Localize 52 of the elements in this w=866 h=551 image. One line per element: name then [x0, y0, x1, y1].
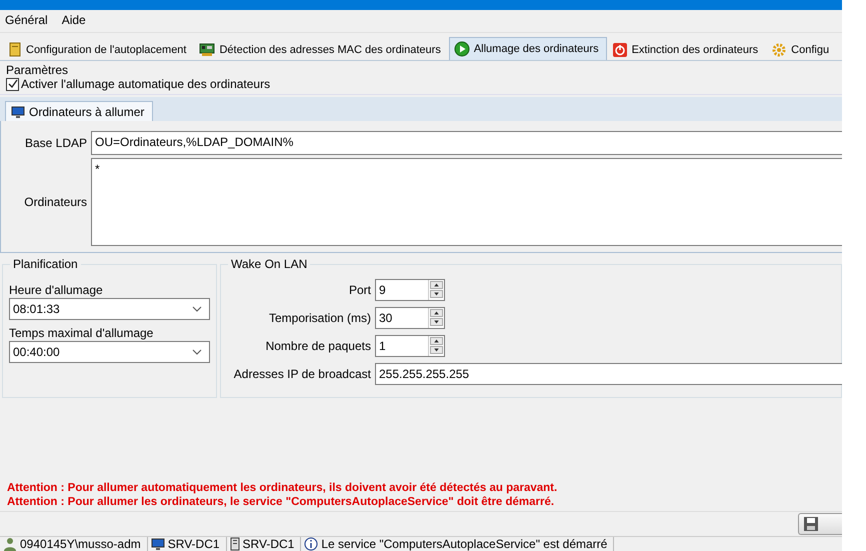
- field-label: Port: [348, 283, 371, 297]
- field-label: Ordinateurs: [23, 195, 88, 210]
- save-button[interactable]: [798, 513, 842, 535]
- user-icon: [3, 537, 17, 551]
- time-dropdown[interactable]: 08:01:33: [9, 298, 210, 320]
- menu-item[interactable]: Aide: [62, 13, 86, 29]
- field-label: Nombre de paquets: [264, 339, 371, 353]
- tab[interactable]: Allumage des ordinateurs: [448, 37, 607, 60]
- warning-text: Attention : Pour allumer automatiquement les ordinateurs, ils doivent avoir été détectés au paravant.: [7, 481, 558, 495]
- notebook-icon: [8, 42, 22, 57]
- text-area[interactable]: *: [91, 158, 842, 246]
- number-spinner[interactable]: 1: [375, 335, 445, 357]
- field-label: Base LDAP: [24, 136, 88, 150]
- spin-value: 1: [378, 338, 387, 355]
- info-icon: [304, 537, 318, 551]
- checkbox[interactable]: [6, 78, 19, 90]
- field-label: Adresses IP de broadcast: [232, 367, 371, 381]
- number-spinner[interactable]: 9: [375, 279, 445, 301]
- checkbox-label: Activer l'allumage automatique des ordinateurs: [21, 77, 270, 91]
- warning-text: Attention : Pour allumer les ordinateurs, le service "ComputersAutoplaceService" doit être démarré.: [7, 495, 556, 509]
- computer-icon: [150, 537, 165, 551]
- input-field[interactable]: 255.255.255.255: [375, 363, 842, 385]
- status-text: Le service "ComputersAutoplaceService" est démarré: [321, 537, 608, 551]
- input-field[interactable]: OU=Ordinateurs,%LDAP_DOMAIN%: [91, 131, 842, 154]
- time-dropdown[interactable]: 00:40:00: [9, 341, 210, 363]
- group-title: Wake On LAN: [228, 257, 310, 271]
- field-label: Heure d'allumage: [9, 283, 104, 297]
- tab[interactable]: Ordinateurs à allumer: [5, 101, 154, 121]
- status-text: SRV-DC1: [168, 537, 220, 551]
- computer-icon: [11, 104, 25, 118]
- power-icon: [612, 42, 628, 58]
- gears-icon: [771, 42, 788, 58]
- network-card-icon: [199, 42, 216, 57]
- play-icon: [454, 41, 470, 57]
- number-spinner[interactable]: 30: [375, 307, 445, 329]
- server-icon: [230, 537, 240, 551]
- chevron-down-icon: [192, 306, 202, 312]
- field-label: Temps maximal d'allumage: [9, 326, 154, 340]
- tab[interactable]: Configu: [766, 38, 838, 60]
- spin-value: 30: [378, 310, 394, 327]
- spin-value: 9: [378, 282, 387, 299]
- save-icon: [803, 516, 819, 532]
- field-label: Temporisation (ms): [268, 311, 371, 325]
- tab[interactable]: Détection des adresses MAC des ordinateurs: [194, 38, 449, 60]
- chevron-down-icon: [192, 349, 202, 355]
- status-text: 0940145Y\musso-adm: [20, 537, 141, 551]
- tab[interactable]: Configuration de l'autoplacement: [3, 38, 194, 60]
- status-text: SRV-DC1: [242, 537, 294, 551]
- section-title: Paramètres: [6, 63, 70, 77]
- group-title: Planification: [10, 257, 81, 271]
- menu-item[interactable]: Général: [5, 13, 48, 29]
- tab[interactable]: Extinction des ordinateurs: [606, 38, 766, 60]
